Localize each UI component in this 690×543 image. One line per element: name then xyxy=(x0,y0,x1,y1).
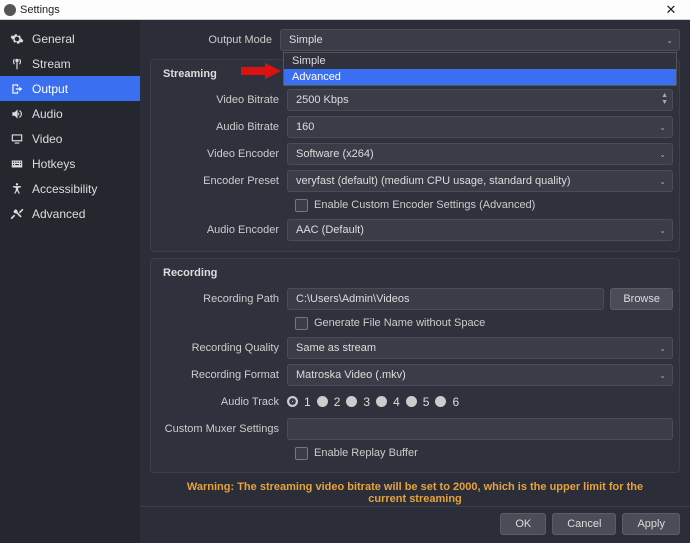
sidebar-item-output[interactable]: Output xyxy=(0,76,140,101)
audio-encoder-label: Audio Encoder xyxy=(157,224,287,236)
output-mode-select[interactable]: Simple ⌄ xyxy=(280,29,680,51)
sidebar: General Stream Output Audio Video Hotkey… xyxy=(0,20,140,543)
gear-icon xyxy=(10,32,24,46)
output-mode-dropdown[interactable]: Simple Advanced xyxy=(283,52,677,86)
audio-track-4-label: 4 xyxy=(393,395,400,409)
sidebar-item-accessibility[interactable]: Accessibility xyxy=(0,176,140,201)
chevron-down-icon: ⌄ xyxy=(659,371,666,380)
sidebar-item-stream[interactable]: Stream xyxy=(0,51,140,76)
sidebar-item-video[interactable]: Video xyxy=(0,126,140,151)
chevron-down-icon: ⌄ xyxy=(666,36,673,45)
sidebar-item-label: Stream xyxy=(32,57,71,71)
spinner-icon[interactable]: ▲▼ xyxy=(661,92,668,106)
window-title: Settings xyxy=(20,4,656,16)
audio-bitrate-value: 160 xyxy=(296,121,314,133)
video-bitrate-input[interactable]: 2500 Kbps ▲▼ xyxy=(287,89,673,111)
audio-track-2-label: 2 xyxy=(334,395,341,409)
audio-track-3-label: 3 xyxy=(363,395,370,409)
enable-custom-encoder-checkbox[interactable] xyxy=(295,199,308,212)
sidebar-item-advanced[interactable]: Advanced xyxy=(0,201,140,226)
chevron-down-icon: ⌄ xyxy=(659,150,666,159)
cancel-button[interactable]: Cancel xyxy=(552,513,616,535)
audio-track-6-label: 6 xyxy=(452,395,459,409)
warning-text: Warning: The streaming video bitrate wil… xyxy=(150,473,680,506)
audio-encoder-select[interactable]: AAC (Default) ⌄ xyxy=(287,219,673,241)
app-icon xyxy=(4,4,16,16)
output-mode-option-simple[interactable]: Simple xyxy=(284,53,676,69)
output-mode-option-advanced[interactable]: Advanced xyxy=(284,69,676,85)
audio-track-4-radio[interactable] xyxy=(376,396,387,407)
apply-button[interactable]: Apply xyxy=(622,513,680,535)
encoder-preset-label: Encoder Preset xyxy=(157,175,287,187)
ok-button[interactable]: OK xyxy=(500,513,546,535)
recording-path-input[interactable]: C:\Users\Admin\Videos xyxy=(287,288,604,310)
accessibility-icon xyxy=(10,182,24,196)
recording-group: Recording Recording Path C:\Users\Admin\… xyxy=(150,258,680,473)
recording-quality-label: Recording Quality xyxy=(157,342,287,354)
sidebar-item-label: General xyxy=(32,32,75,46)
enable-custom-encoder-label: Enable Custom Encoder Settings (Advanced… xyxy=(314,199,535,211)
footer: OK Cancel Apply xyxy=(140,506,690,543)
video-encoder-select[interactable]: Software (x264) ⌄ xyxy=(287,143,673,165)
video-encoder-label: Video Encoder xyxy=(157,148,287,160)
custom-muxer-label: Custom Muxer Settings xyxy=(157,423,287,435)
audio-track-3-radio[interactable] xyxy=(346,396,357,407)
recording-format-select[interactable]: Matroska Video (.mkv) ⌄ xyxy=(287,364,673,386)
speaker-icon xyxy=(10,107,24,121)
video-bitrate-label: Video Bitrate xyxy=(157,94,287,106)
audio-track-1-radio[interactable] xyxy=(287,396,298,407)
encoder-preset-select[interactable]: veryfast (default) (medium CPU usage, st… xyxy=(287,170,673,192)
output-icon xyxy=(10,82,24,96)
sidebar-item-label: Audio xyxy=(32,107,63,121)
main-panel: Output Mode Simple ⌄ Streaming Simple xyxy=(140,20,690,543)
recording-path-label: Recording Path xyxy=(157,293,287,305)
audio-track-5-label: 5 xyxy=(423,395,430,409)
generate-filename-checkbox[interactable] xyxy=(295,317,308,330)
output-mode-label: Output Mode xyxy=(150,34,280,46)
audio-track-2-radio[interactable] xyxy=(317,396,328,407)
recording-quality-select[interactable]: Same as stream ⌄ xyxy=(287,337,673,359)
recording-format-value: Matroska Video (.mkv) xyxy=(296,369,406,381)
recording-title: Recording xyxy=(157,265,673,285)
audio-bitrate-label: Audio Bitrate xyxy=(157,121,287,133)
recording-format-label: Recording Format xyxy=(157,369,287,381)
video-encoder-value: Software (x264) xyxy=(296,148,374,160)
recording-path-value: C:\Users\Admin\Videos xyxy=(296,293,410,305)
encoder-preset-value: veryfast (default) (medium CPU usage, st… xyxy=(296,175,571,187)
sidebar-item-label: Accessibility xyxy=(32,182,97,196)
sidebar-item-label: Video xyxy=(32,132,62,146)
titlebar: Settings ✕ xyxy=(0,0,690,20)
audio-track-5-radio[interactable] xyxy=(406,396,417,407)
chevron-down-icon: ⌄ xyxy=(659,123,666,132)
tools-icon xyxy=(10,207,24,221)
sidebar-item-label: Hotkeys xyxy=(32,157,75,171)
enable-replay-buffer-label: Enable Replay Buffer xyxy=(314,447,418,459)
chevron-down-icon: ⌄ xyxy=(659,344,666,353)
audio-track-label: Audio Track xyxy=(157,396,287,408)
chevron-down-icon: ⌄ xyxy=(659,226,666,235)
antenna-icon xyxy=(10,57,24,71)
monitor-icon xyxy=(10,132,24,146)
audio-bitrate-select[interactable]: 160 ⌄ xyxy=(287,116,673,138)
custom-muxer-input[interactable] xyxy=(287,418,673,440)
audio-track-1-label: 1 xyxy=(304,395,311,409)
sidebar-item-hotkeys[interactable]: Hotkeys xyxy=(0,151,140,176)
sidebar-item-label: Output xyxy=(32,82,68,96)
recording-quality-value: Same as stream xyxy=(296,342,376,354)
sidebar-item-audio[interactable]: Audio xyxy=(0,101,140,126)
browse-button[interactable]: Browse xyxy=(610,288,673,310)
streaming-group: Streaming Simple Advanced Video Bitrate … xyxy=(150,59,680,252)
enable-replay-buffer-checkbox[interactable] xyxy=(295,447,308,460)
video-bitrate-value: 2500 Kbps xyxy=(296,94,349,106)
output-mode-value: Simple xyxy=(289,34,323,46)
chevron-down-icon: ⌄ xyxy=(659,177,666,186)
keyboard-icon xyxy=(10,157,24,171)
sidebar-item-label: Advanced xyxy=(32,207,85,221)
audio-track-6-radio[interactable] xyxy=(435,396,446,407)
generate-filename-label: Generate File Name without Space xyxy=(314,317,485,329)
audio-encoder-value: AAC (Default) xyxy=(296,224,364,236)
close-button[interactable]: ✕ xyxy=(656,2,686,18)
sidebar-item-general[interactable]: General xyxy=(0,26,140,51)
